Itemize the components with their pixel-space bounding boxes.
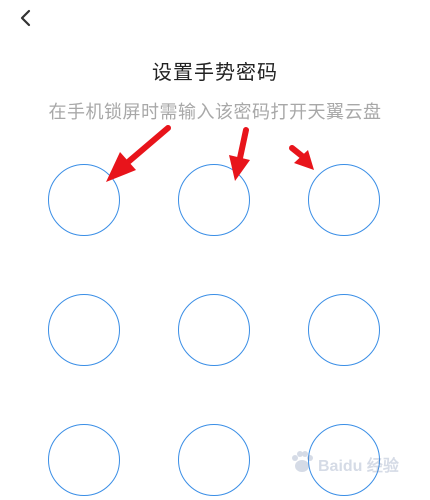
pattern-dot-4[interactable] bbox=[48, 294, 120, 366]
pattern-dot-1[interactable] bbox=[48, 164, 120, 236]
pattern-dot-6[interactable] bbox=[308, 294, 380, 366]
red-arrow-1 bbox=[106, 125, 171, 182]
red-arrow-3 bbox=[289, 145, 314, 170]
baidu-watermark: Baidu 经验 bbox=[288, 448, 408, 478]
pattern-dot-8[interactable] bbox=[178, 424, 250, 496]
pattern-dot-7[interactable] bbox=[48, 424, 120, 496]
watermark-text: Baidu 经验 bbox=[318, 458, 399, 475]
gesture-password-screen: 设置手势密码 在手机锁屏时需输入该密码打开天翼云盘 Baidu 经验 bbox=[0, 0, 430, 500]
page-subtitle: 在手机锁屏时需输入该密码打开天翼云盘 bbox=[48, 102, 382, 123]
paw-icon bbox=[292, 451, 313, 472]
back-button[interactable] bbox=[12, 4, 40, 32]
page-title: 设置手势密码 bbox=[152, 60, 278, 84]
pattern-dot-5[interactable] bbox=[178, 294, 250, 366]
pattern-dot-3[interactable] bbox=[308, 164, 380, 236]
chevron-left-icon bbox=[20, 9, 31, 27]
pattern-dot-2[interactable] bbox=[178, 164, 250, 236]
